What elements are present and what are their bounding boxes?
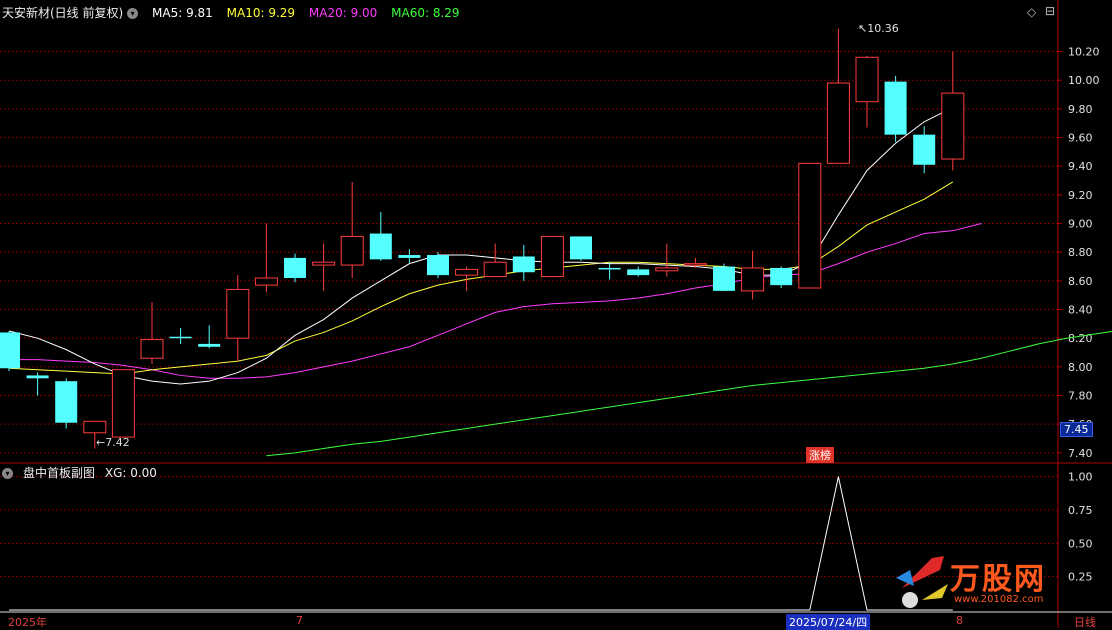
- candle-body: [798, 162, 822, 289]
- max-price-label: ↖10.36: [858, 22, 899, 35]
- candle-body: [140, 339, 164, 359]
- candle-body: [627, 269, 650, 276]
- candle-body: [770, 267, 793, 286]
- candlestick-chart[interactable]: 10.20 10.00 9.80 9.60 9.40 9.20 9.00 8.80 8.60 8.…: [0, 0, 1112, 628]
- y-tick-label: 7.40: [1068, 447, 1093, 460]
- candle-body: [855, 56, 879, 103]
- candle-body: [111, 369, 135, 438]
- max-price-value: 10.36: [867, 22, 899, 35]
- candle-body: [83, 420, 107, 434]
- diamond-icon[interactable]: ◇: [1027, 5, 1036, 19]
- candle-body: [683, 263, 707, 266]
- ma60-value: MA60: 8.29: [391, 6, 460, 20]
- site-logo: 万股网 www.201082.com: [892, 548, 1092, 618]
- current-price-tag: 7.45: [1060, 422, 1093, 437]
- stock-title[interactable]: 天安新材(日线 前复权): [2, 6, 123, 20]
- y-tick-label: 8.00: [1068, 361, 1093, 374]
- y-tick-label: 9.00: [1068, 218, 1093, 231]
- candle-body: [398, 255, 421, 258]
- dropdown-icon[interactable]: ▾: [127, 8, 139, 19]
- sub-y-tick-label: 0.75: [1068, 504, 1093, 517]
- min-price-value: 7.42: [105, 436, 130, 449]
- candle-body: [369, 233, 392, 260]
- y-tick-label: 9.60: [1068, 132, 1093, 145]
- y-tick-label: 9.40: [1068, 160, 1093, 173]
- y-tick-label: 10.00: [1068, 74, 1100, 87]
- y-tick-label: 8.40: [1068, 304, 1093, 317]
- sub-dropdown-icon[interactable]: ▾: [2, 468, 13, 479]
- sub-y-tick-label: 1.00: [1068, 471, 1093, 484]
- candle-body: [713, 266, 735, 291]
- ma10-value: MA10: 9.29: [226, 6, 296, 20]
- candle-body: [570, 236, 592, 260]
- y-tick-label: 8.80: [1068, 246, 1093, 259]
- candle-body: [312, 261, 336, 266]
- y-tick-label: 9.20: [1068, 189, 1093, 202]
- x-axis-month-7: 7: [296, 614, 303, 627]
- candle-body: [226, 288, 250, 339]
- candle-body: [169, 336, 192, 339]
- logo-arrows-icon: [896, 556, 948, 608]
- ma20-value: MA20: 9.00: [308, 6, 378, 20]
- y-tick-label: 10.20: [1068, 46, 1100, 59]
- ma5-value: MA5: 9.81: [152, 6, 213, 20]
- candle-body: [198, 343, 221, 347]
- candle-body: [483, 261, 507, 278]
- candle-body: [826, 82, 850, 164]
- candle-body: [884, 81, 907, 135]
- candle-body: [427, 255, 449, 276]
- candle-body: [26, 375, 49, 379]
- y-tick-label: 9.80: [1068, 103, 1093, 116]
- logo-text: 万股网: [950, 562, 1046, 597]
- candle-body: [455, 268, 479, 276]
- candle-body: [55, 381, 78, 423]
- candle-body: [741, 267, 765, 292]
- candle-body: [598, 267, 621, 270]
- candle-body: [0, 332, 20, 369]
- sub-chart-title[interactable]: 盘中首板副图: [23, 466, 95, 480]
- minimize-icon[interactable]: ⊟: [1045, 4, 1055, 18]
- xg-value: XG: 0.00: [104, 466, 157, 480]
- candle-body: [340, 235, 364, 266]
- sub-chart-header: ▾ 盘中首板副图 XG: 0.00: [2, 464, 167, 481]
- chart-header: 天安新材(日线 前复权) ▾ MA5: 9.81 MA10: 9.29 MA20:…: [2, 4, 470, 21]
- min-price-label: ←7.42: [96, 436, 130, 449]
- candle-body: [540, 235, 564, 278]
- candle-body: [913, 134, 936, 165]
- logo-url: www.201082.com: [954, 594, 1044, 605]
- candle-body: [655, 267, 679, 272]
- limit-up-badge[interactable]: 涨榜: [806, 447, 834, 463]
- candle-body: [941, 92, 965, 160]
- y-tick-label: 8.60: [1068, 275, 1093, 288]
- candle-body: [254, 277, 278, 286]
- y-tick-label: 7.80: [1068, 390, 1093, 403]
- y-tick-label: 8.20: [1068, 332, 1093, 345]
- candle-body: [284, 257, 306, 278]
- ma60-line: [266, 330, 1112, 457]
- candle-body: [512, 256, 535, 273]
